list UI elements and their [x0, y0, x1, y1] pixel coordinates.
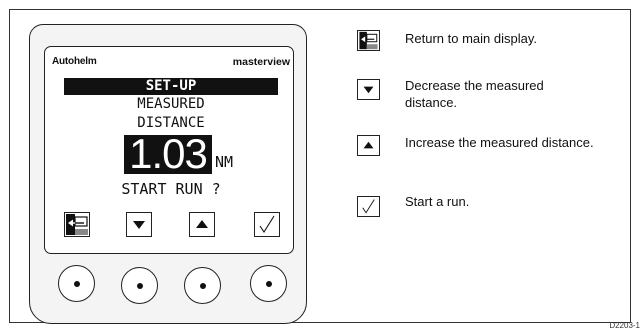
legend-down-key [357, 79, 380, 100]
return-icon [66, 214, 88, 235]
legend-up-text: Increase the measured distance. [405, 135, 594, 150]
soft-key-up[interactable] [189, 212, 215, 237]
legend-check-text: Start a run. [405, 194, 470, 209]
check-icon [362, 199, 375, 214]
brand-label: Autohelm [52, 56, 97, 67]
start-run-prompt: START RUN ? [121, 180, 221, 198]
legend-down-text: Decrease the measured distance. [405, 78, 544, 110]
hardware-button-2[interactable] [121, 267, 158, 304]
hardware-button-4[interactable] [250, 265, 287, 302]
hardware-button-1[interactable] [58, 265, 95, 302]
soft-key-return[interactable] [64, 212, 90, 237]
distance-value: 1.03 [129, 130, 208, 177]
soft-key-down[interactable] [126, 212, 152, 237]
legend-return-text: Return to main display. [405, 31, 537, 46]
arrow-up-icon [196, 220, 208, 228]
arrow-down-icon [133, 221, 145, 229]
soft-key-check[interactable] [254, 212, 280, 237]
hardware-button-3[interactable] [184, 267, 221, 304]
figure-id: D2203-1 [609, 321, 640, 330]
model-label: masterview [232, 56, 290, 68]
arrow-down-icon [363, 86, 374, 94]
legend-return-key [357, 30, 380, 51]
legend-up-key [357, 135, 380, 156]
unit-label: NM [215, 153, 234, 171]
check-icon [259, 215, 275, 234]
distance-label: DISTANCE [137, 115, 205, 131]
measured-label: MEASURED [137, 96, 205, 112]
setup-header: SET-UP [145, 78, 197, 94]
return-icon [359, 31, 378, 50]
legend-check-key [357, 196, 380, 217]
arrow-up-icon [363, 141, 374, 149]
